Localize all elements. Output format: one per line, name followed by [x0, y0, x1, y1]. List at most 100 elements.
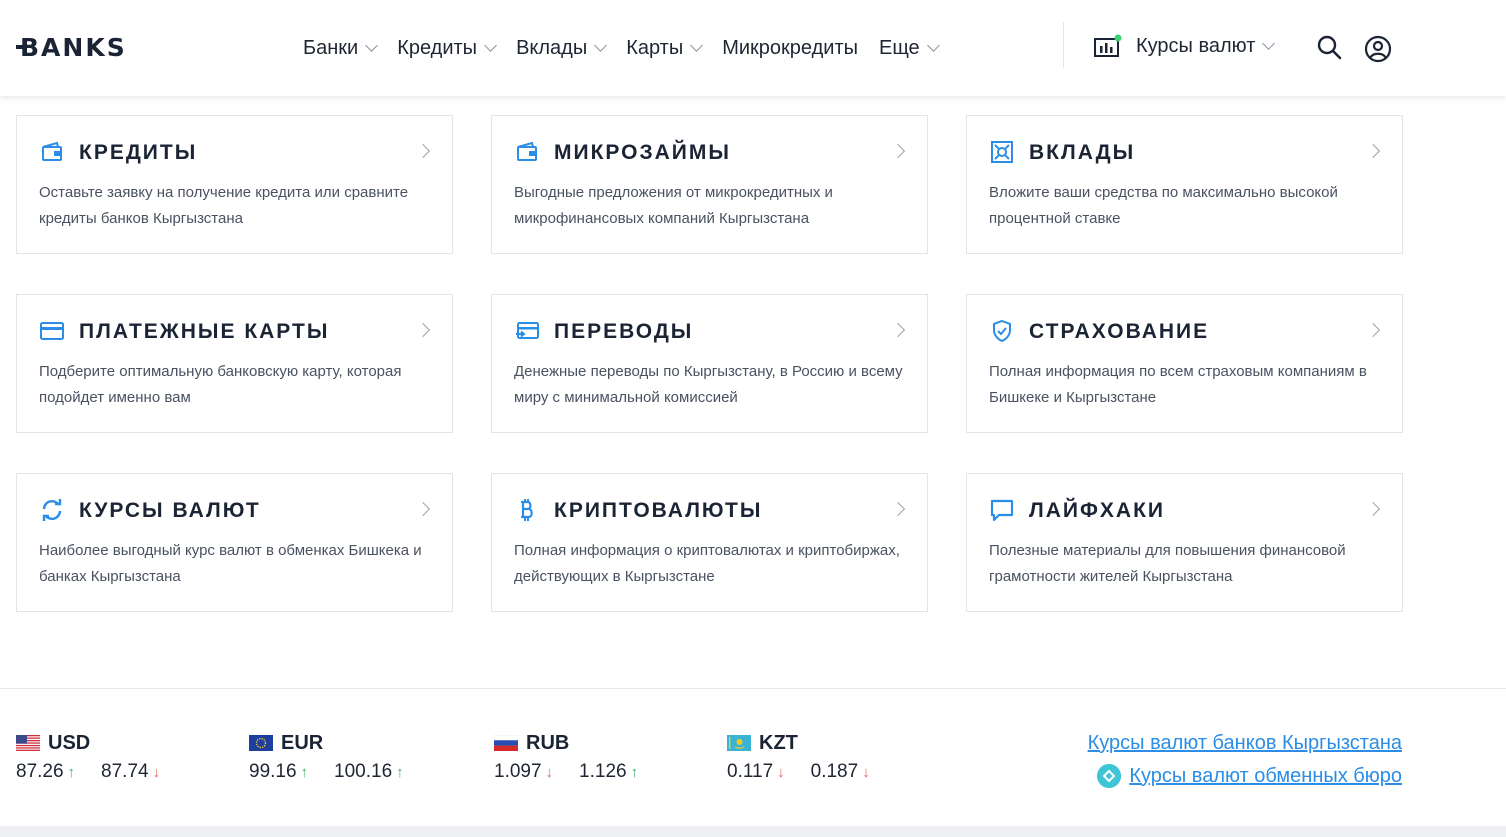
sell-rate: 0.187 — [810, 761, 859, 782]
sell-rate: 1.126 — [579, 761, 627, 782]
card-icon — [40, 322, 64, 340]
nav-item-microcredits[interactable]: Микрокредиты — [722, 37, 858, 60]
card-transfers[interactable]: ПЕРЕВОДЫ Денежные переводы по Кыргызстан… — [491, 294, 928, 433]
buy-rate: 99.16 — [249, 761, 297, 782]
nav-item-credits[interactable]: Кредиты — [397, 36, 497, 60]
user-circle-icon[interactable] — [1364, 35, 1392, 63]
arrow-up-icon: ↑ — [300, 763, 309, 781]
transfer-icon — [516, 322, 539, 339]
card-title: КРИПТОВАЛЮТЫ — [554, 499, 763, 522]
card-crypto[interactable]: КРИПТОВАЛЮТЫ Полная информация о криптов… — [491, 473, 928, 612]
currency-code: USD — [48, 731, 91, 754]
sell-rate: 87.74 — [101, 761, 149, 782]
card-title: СТРАХОВАНИЕ — [1029, 320, 1210, 343]
card-title: ВКЛАДЫ — [1029, 141, 1136, 164]
nav-item-label: Банки — [303, 36, 359, 59]
card-description: Полная информация о криптовалютах и крип… — [514, 542, 900, 585]
chevron-right-icon — [890, 501, 906, 517]
nav-item-label: Кредиты — [397, 36, 478, 59]
card-description: Оставьте заявку на получение кредита или… — [39, 184, 409, 227]
chevron-right-icon — [890, 143, 906, 159]
refresh-icon — [42, 499, 62, 521]
card-title: ПЛАТЕЖНЫЕ КАРТЫ — [79, 320, 330, 343]
shield-icon — [993, 319, 1011, 343]
nav-item-cards[interactable]: Карты — [626, 36, 704, 60]
card-credits[interactable]: КРЕДИТЫ Оставьте заявку на получение кре… — [16, 115, 453, 254]
arrow-up-icon: ↑ — [67, 763, 76, 781]
card-title: КУРСЫ ВАЛЮТ — [79, 499, 261, 522]
card-description: Наиболее выгодный курс валют в обменках … — [39, 542, 422, 585]
card-description: Полезные материалы для повышения финансо… — [989, 542, 1346, 585]
buy-rate: 87.26 — [16, 761, 64, 782]
buy-rate: 1.097 — [494, 761, 542, 782]
nav-item-more[interactable]: Еще — [878, 36, 940, 60]
buy-rate: 0.117 — [727, 761, 774, 782]
card-title: ЛАЙФХАКИ — [1029, 499, 1166, 522]
wallet-icon — [517, 141, 537, 161]
card-payment-cards[interactable]: ПЛАТЕЖНЫЕ КАРТЫ Подберите оптимальную ба… — [16, 294, 453, 433]
chevron-down-icon — [594, 38, 608, 52]
currency-eur: EUR 99.16 ↑ 100.16 ↑ — [249, 730, 430, 783]
card-title: МИКРОЗАЙМЫ — [554, 141, 731, 164]
currency-kzt: KZT 0.117 ↓ 0.187 ↓ — [727, 730, 896, 783]
link-exchange-rates[interactable]: Курсы валют обменных бюро — [1097, 764, 1402, 788]
logo[interactable]: BANKS — [16, 33, 127, 63]
card-deposits[interactable]: ВКЛАДЫ Вложите ваши средства по максимал… — [966, 115, 1403, 254]
eu-flag-icon — [249, 735, 273, 751]
card-insurance[interactable]: СТРАХОВАНИЕ Полная информация по всем ст… — [966, 294, 1403, 433]
chevron-right-icon — [1365, 143, 1381, 159]
chevron-down-icon — [926, 38, 940, 52]
chevron-right-icon — [415, 501, 431, 517]
logo-text: BANKS — [20, 33, 127, 62]
link-bank-rates[interactable]: Курсы валют банков Кыргызстана — [1088, 732, 1402, 755]
exchange-bubble-icon — [1097, 764, 1122, 788]
sell-rate: 100.16 — [334, 761, 393, 782]
link-exchange-rates-label: Курсы валют обменных бюро — [1129, 764, 1402, 787]
ru-flag-icon — [494, 735, 518, 751]
footer-strip — [0, 826, 1506, 837]
rates-nav-label: Курсы валют — [1136, 34, 1256, 57]
card-description: Вложите ваши средства по максимально выс… — [989, 184, 1338, 227]
card-description: Подберите оптимальную банковскую карту, … — [39, 363, 402, 406]
arrow-up-icon: ↑ — [396, 763, 404, 781]
logo-mark — [16, 45, 26, 49]
chevron-down-icon — [1262, 36, 1276, 50]
card-lifehacks[interactable]: ЛАЙФХАКИ Полезные материалы для повышени… — [966, 473, 1403, 612]
nav-item-label: Еще — [878, 36, 920, 59]
nav-item-banks[interactable]: Банки — [303, 36, 379, 60]
site-header: BANKS Банки Кредиты Вклады Карты Микрокр… — [0, 0, 1506, 96]
kz-flag-icon — [727, 735, 751, 751]
arrow-down-icon: ↓ — [777, 763, 785, 781]
nav-item-label: Микрокредиты — [722, 36, 858, 59]
chevron-down-icon — [690, 38, 704, 52]
currency-rub: RUB 1.097 ↓ 1.126 ↑ — [494, 730, 664, 783]
nav-item-deposits[interactable]: Вклады — [516, 36, 608, 60]
main-nav: Банки Кредиты Вклады Карты Микрокредиты … — [303, 34, 959, 62]
card-description: Выгодные предложения от микрокредитных и… — [514, 184, 833, 227]
card-title: КРЕДИТЫ — [79, 141, 198, 164]
nav-item-label: Карты — [626, 36, 684, 59]
chevron-right-icon — [1365, 501, 1381, 517]
chevron-right-icon — [415, 322, 431, 338]
arrow-up-icon: ↑ — [630, 763, 639, 781]
card-microloans[interactable]: МИКРОЗАЙМЫ Выгодные предложения от микро… — [491, 115, 928, 254]
nav-item-rates[interactable]: Курсы валют — [1094, 34, 1276, 58]
currency-code: KZT — [759, 731, 798, 754]
chevron-down-icon — [484, 38, 497, 52]
chevron-right-icon — [890, 322, 906, 338]
search-icon[interactable] — [1316, 34, 1342, 60]
chevron-right-icon — [1365, 322, 1381, 338]
card-exchange-rates[interactable]: КУРСЫ ВАЛЮТ Наиболее выгодный курс валют… — [16, 473, 453, 612]
currency-code: RUB — [526, 731, 570, 754]
chevron-down-icon — [365, 38, 379, 52]
arrow-down-icon: ↓ — [152, 763, 161, 781]
wallet-icon — [42, 141, 62, 161]
arrow-down-icon: ↓ — [545, 763, 554, 781]
chevron-right-icon — [415, 143, 431, 159]
arrow-down-icon: ↓ — [862, 763, 870, 781]
nav-item-label: Вклады — [516, 36, 588, 59]
section-divider — [0, 688, 1506, 689]
bitcoin-icon — [521, 499, 533, 521]
chat-icon — [990, 499, 1014, 522]
card-title: ПЕРЕВОДЫ — [554, 320, 694, 343]
